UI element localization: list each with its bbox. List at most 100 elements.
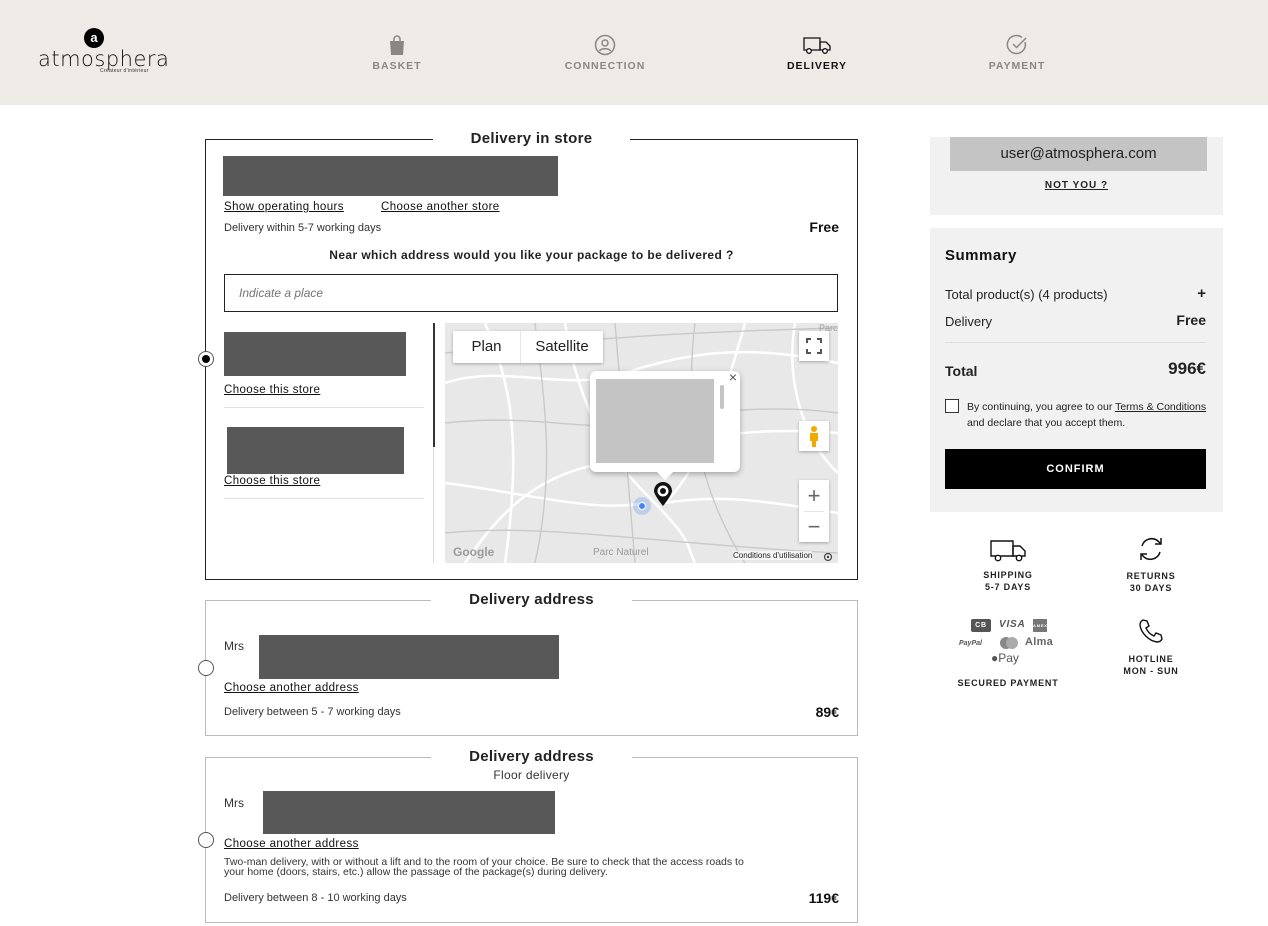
- summary-title: Summary: [945, 247, 1017, 264]
- choose-store-link[interactable]: Choose this store: [224, 384, 320, 396]
- home-delivery-delay: Delivery between 5 - 7 working days: [224, 706, 401, 718]
- civility: Mrs: [224, 796, 244, 810]
- shipping-reassurance: SHIPPING 5-7 DAYS: [968, 537, 1048, 593]
- street-view-button[interactable]: [799, 421, 829, 451]
- choose-store-link[interactable]: Choose this store: [224, 475, 320, 487]
- place-search-input[interactable]: [224, 274, 838, 312]
- store-redacted: [227, 427, 404, 474]
- logo-mark: a: [84, 28, 104, 48]
- map-plan-button[interactable]: Plan: [453, 331, 520, 363]
- account-panel: user@atmosphera.com NOT YOU ?: [930, 137, 1223, 215]
- step-delivery[interactable]: DELIVERY: [786, 34, 848, 72]
- not-you-link[interactable]: NOT YOU ?: [930, 180, 1223, 191]
- products-expand-icon[interactable]: +: [1197, 285, 1206, 302]
- delivery-row: Delivery Free: [945, 312, 1206, 329]
- store-delivery-card: Delivery in store Show operating hours C…: [205, 130, 858, 580]
- zoom-in-button[interactable]: +: [799, 480, 829, 511]
- current-location-icon: [638, 502, 646, 510]
- products-row[interactable]: Total product(s) (4 products) +: [945, 285, 1206, 302]
- terms-checkbox[interactable]: [945, 399, 959, 413]
- store-delivery-radio[interactable]: [198, 351, 214, 367]
- home-delivery-radio[interactable]: [198, 660, 214, 676]
- apple-pay-text: Pay: [998, 651, 1019, 665]
- floor-delivery-radio[interactable]: [198, 832, 214, 848]
- map-place-label: Parc Naturel: [593, 547, 649, 558]
- scroll-track: [433, 447, 434, 563]
- user-circle-icon: [594, 34, 616, 56]
- zoom-control: + −: [799, 480, 829, 542]
- delivery-value: Free: [1176, 312, 1206, 328]
- apple-pay-logo: ●Pay: [991, 652, 1019, 664]
- terms-prefix: By continuing, you agree to our: [967, 401, 1116, 413]
- atmosphera-logo[interactable]: a atmosphera Créateur d'intérieur: [38, 28, 169, 76]
- delivery-question: Near which address would you like your p…: [329, 248, 734, 262]
- floor-delivery-price: 119€: [808, 890, 839, 906]
- total-value: 996€: [1168, 359, 1206, 378]
- step-connection[interactable]: CONNECTION: [560, 34, 650, 72]
- fullscreen-icon: [806, 338, 822, 354]
- truck-icon: [803, 37, 831, 54]
- step-label: CONNECTION: [564, 60, 646, 72]
- store-list: Choose this store Choose this store: [224, 323, 434, 563]
- google-logo: Google: [453, 545, 495, 559]
- show-hours-link[interactable]: Show operating hours: [224, 201, 344, 213]
- account-email: user@atmosphera.com: [950, 137, 1207, 171]
- divider: [945, 342, 1206, 343]
- home-delivery-card: Delivery address Mrs Choose another addr…: [205, 591, 858, 736]
- floor-delivery-card: Delivery address Floor delivery Mrs Choo…: [205, 748, 858, 923]
- confirm-button[interactable]: CONFIRM: [945, 449, 1206, 489]
- payment-reassurance: CB VISA AMEX PayPal Alma ●Pay SECURED PA…: [953, 617, 1063, 689]
- refresh-icon: [1140, 538, 1162, 560]
- pegman-icon: [810, 426, 818, 447]
- mastercard-logo: [1000, 637, 1018, 649]
- step-label: DELIVERY: [786, 60, 848, 72]
- map-terms-link[interactable]: Conditions d'utilisation: [733, 551, 813, 560]
- shipping-line-1: SHIPPING: [983, 570, 1033, 580]
- divider: [224, 498, 424, 499]
- store-list-scrollbar[interactable]: [433, 323, 435, 447]
- terms-suffix: and declare that you accept them.: [967, 417, 1126, 429]
- info-window-redacted: [596, 379, 714, 463]
- info-window-close-icon[interactable]: ×: [729, 369, 737, 385]
- address-redacted: [259, 635, 559, 679]
- floor-delivery-subtitle: Floor delivery: [493, 768, 570, 782]
- logo-subtitle: Créateur d'intérieur: [100, 68, 149, 74]
- returns-reassurance: RETURNS 30 DAYS: [1111, 534, 1191, 594]
- info-window-scrollbar[interactable]: [720, 385, 724, 409]
- store-delivery-delay: Delivery within 5-7 working days: [224, 222, 382, 234]
- hotline-reassurance: HOTLINE MON - SUN: [1111, 617, 1191, 677]
- choose-another-store-link[interactable]: Choose another store: [381, 201, 500, 213]
- alma-logo: Alma: [1025, 636, 1054, 648]
- terms-link[interactable]: Terms & Conditions: [1115, 401, 1206, 413]
- check-circle-icon: [1006, 34, 1027, 55]
- choose-another-address-link[interactable]: Choose another address: [224, 682, 359, 694]
- checkout-header: a atmosphera Créateur d'intérieur BASKET…: [0, 0, 1268, 105]
- floor-delivery-title: Delivery address: [206, 748, 857, 766]
- zoom-out-button[interactable]: −: [799, 511, 829, 542]
- info-window-pointer: [656, 471, 674, 480]
- store-delivery-title: Delivery in store: [206, 130, 857, 148]
- store-marker-icon[interactable]: [652, 481, 674, 507]
- delivery-label: Delivery: [945, 314, 992, 329]
- cb-logo: CB: [971, 619, 991, 632]
- map-corner-label: Parc: [819, 323, 838, 333]
- secured-payment-label: SECURED PAYMENT: [957, 678, 1059, 688]
- phone-icon: [1139, 619, 1163, 643]
- floor-delivery-description: Two-man delivery, with or without a lift…: [224, 856, 744, 878]
- step-basket[interactable]: BASKET: [372, 34, 422, 72]
- payment-logos: CB VISA AMEX PayPal Alma ●Pay: [953, 617, 1063, 669]
- keyboard-shortcuts-icon[interactable]: [823, 552, 833, 562]
- floor-delivery-delay: Delivery between 8 - 10 working days: [224, 892, 407, 904]
- home-delivery-title: Delivery address: [206, 591, 857, 609]
- civility: Mrs: [224, 639, 244, 653]
- map-satellite-button[interactable]: Satellite: [521, 331, 603, 363]
- fullscreen-button[interactable]: [799, 331, 829, 361]
- paypal-logo: PayPal: [959, 640, 982, 647]
- bag-icon: [390, 35, 404, 55]
- store-name-redacted: [223, 156, 558, 196]
- store-map[interactable]: Plan Satellite + − × Parc Naturel Parc G…: [445, 323, 838, 563]
- step-payment[interactable]: PAYMENT: [985, 34, 1049, 72]
- choose-another-address-link[interactable]: Choose another address: [224, 838, 359, 850]
- total-label: Total: [945, 363, 978, 379]
- step-label: PAYMENT: [988, 60, 1046, 72]
